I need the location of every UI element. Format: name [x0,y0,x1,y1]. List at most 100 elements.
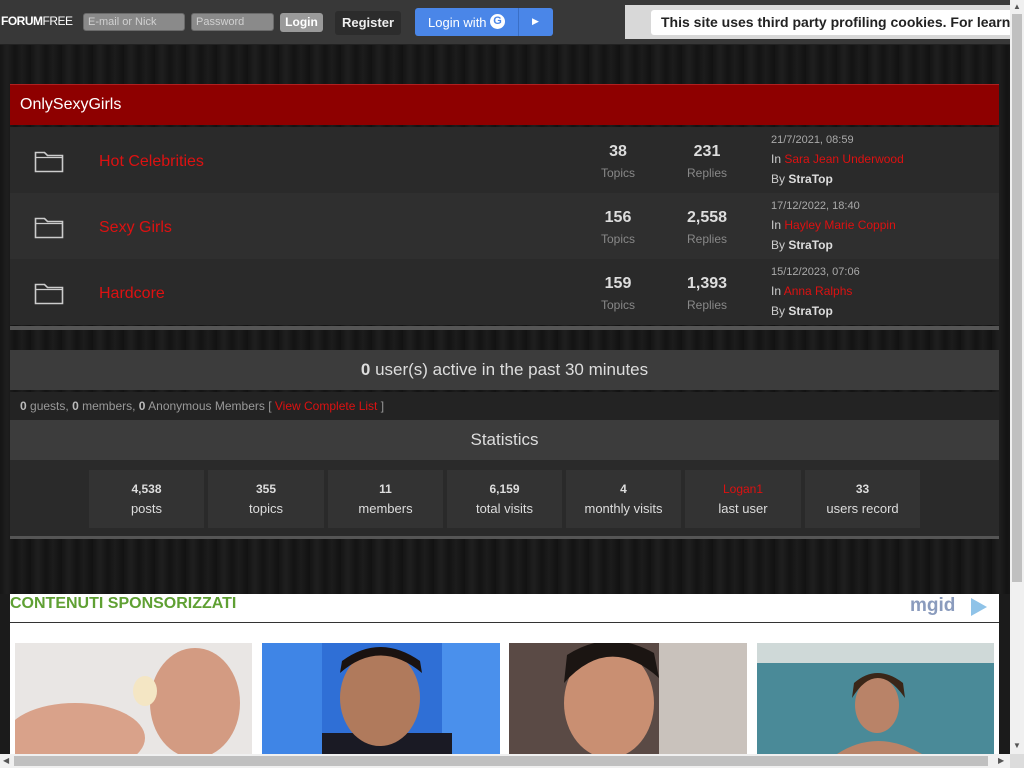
stat-value: 6,159 [489,482,520,496]
active-users-header: 0 user(s) active in the past 30 minutes [10,350,999,390]
stat-label: monthly visits [584,501,663,516]
last-topic-link[interactable]: Hayley Marie Coppin [784,218,895,232]
stat-label: total visits [475,501,534,516]
replies-label: Replies [686,166,728,180]
stat-monthly-visits: 4 monthly visits [566,470,681,528]
scroll-left-icon[interactable]: ◀ [3,756,9,765]
last-user-link[interactable]: StraTop [788,172,832,186]
topics-count: 156 [604,209,632,226]
active-users-details: 0 guests, 0 members, 0 Anonymous Members… [10,392,999,420]
guests-count: 0 [20,399,27,413]
stat-label: users record [826,501,899,516]
last-post-date: 21/7/2021, 08:59 [771,134,854,146]
stat-value: 355 [255,482,277,496]
topics-count: 38 [609,143,627,160]
last-topic-link[interactable]: Anna Ralphs [784,284,853,298]
scrollbar-corner [1010,754,1024,768]
last-post-date: 17/12/2022, 18:40 [771,200,860,212]
statistics-panel: 4,538 posts 355 topics 11 members 6,159 … [10,460,999,536]
scroll-down-icon[interactable]: ▼ [1013,741,1021,750]
replies-count: 2,558 [686,209,728,226]
stat-total-visits: 6,159 total visits [447,470,562,528]
mgid-play-icon[interactable] [971,598,987,616]
stat-label: members [358,501,413,516]
sponsored-thumbnail-woman-sea[interactable] [757,643,994,754]
register-button[interactable]: Register [335,11,401,35]
last-post-date: 15/12/2023, 07:06 [771,266,860,278]
stat-value: 11 [379,482,392,496]
last-user-link[interactable]: Logan1 [685,482,801,496]
folder-icon [34,283,64,305]
replies-count: 1,393 [686,275,728,292]
last-post-topic: In Hayley Marie Coppin [771,218,896,232]
last-post-author: By StraTop [771,238,833,252]
bracket-close: ] [380,399,385,413]
last-post-topic: In Anna Ralphs [771,284,853,298]
triangle-right-icon[interactable]: ▶ [532,16,539,27]
active-users-text: user(s) active in the past 30 minutes [375,360,649,379]
stat-value: 33 [855,482,870,496]
members-count: 0 [72,399,79,413]
category-header: OnlySexyGirls [10,84,999,125]
stat-last-user: Logan1 last user [685,470,801,528]
horizontal-scroll-thumb[interactable] [14,756,988,766]
cookie-notice-text: This site uses third party profiling coo… [651,10,1010,35]
sponsored-thumbnail-man-portrait[interactable] [509,643,747,754]
vertical-scroll-thumb[interactable] [1012,14,1022,582]
password-input[interactable] [191,13,274,31]
scroll-up-icon[interactable]: ▲ [1013,2,1021,11]
forum-link[interactable]: Hardcore [99,285,165,303]
sponsored-thumbnail-hands[interactable] [15,643,252,754]
stat-users-record: 33 users record [805,470,920,528]
forumfree-logo[interactable]: FORUMFREE [1,14,73,28]
google-login-button[interactable]: Login with G ▶ [415,8,553,36]
stat-label: posts [130,501,163,516]
forum-row: Hot Celebrities 38 Topics 231 Replies 21… [10,127,999,193]
folder-icon [34,151,64,173]
email-input[interactable] [83,13,185,31]
google-icon: G [490,14,505,29]
last-user-link[interactable]: StraTop [788,304,832,318]
topics-label: Topics [600,166,635,180]
topics-label: Topics [600,232,635,246]
last-user-link[interactable]: StraTop [788,238,832,252]
horizontal-scrollbar[interactable]: ◀ ▶ [0,754,1010,768]
last-post-author: By StraTop [771,304,833,318]
sponsored-section: CONTENUTI SPONSORIZZATI mgid [10,594,999,754]
sponsored-title: CONTENUTI SPONSORIZZATI [10,595,237,612]
anonymous-label: Anonymous Members [ [148,399,272,413]
active-users-count: 0 [360,360,371,379]
stat-topics: 355 topics [208,470,324,528]
replies-count: 231 [693,143,721,160]
forum-row: Hardcore 159 Topics 1,393 Replies 15/12/… [10,259,999,325]
forum-row: Sexy Girls 156 Topics 2,558 Replies 17/1… [10,193,999,259]
sponsored-thumbnail-man-tv[interactable] [262,643,500,754]
cookie-banner: This site uses third party profiling coo… [625,5,1010,39]
stat-label: last user [718,501,768,516]
statistics-title: Statistics [470,430,539,449]
members-label: members, [82,399,136,413]
guests-label: guests, [30,399,69,413]
google-login-label: Login with [428,15,487,30]
replies-label: Replies [686,298,728,312]
google-button-divider [518,8,519,36]
stat-value: 4 [620,482,627,496]
login-button[interactable]: Login [280,13,323,32]
stat-label: topics [249,501,283,516]
statistics-bottom-divider [10,536,999,539]
forum-link[interactable]: Hot Celebrities [99,153,204,171]
category-title[interactable]: OnlySexyGirls [20,96,121,114]
stat-posts: 4,538 posts [89,470,204,528]
topics-label: Topics [600,298,635,312]
stat-value: 4,538 [131,482,162,496]
last-post-author: By StraTop [771,172,833,186]
view-complete-list-link[interactable]: View Complete List [275,399,378,413]
last-topic-link[interactable]: Sara Jean Underwood [784,152,903,166]
last-post-topic: In Sara Jean Underwood [771,152,904,166]
stat-members: 11 members [328,470,443,528]
category-bottom-divider [10,326,999,330]
vertical-scrollbar[interactable]: ▲ ▼ [1010,0,1024,754]
forum-link[interactable]: Sexy Girls [99,219,172,237]
scroll-right-icon[interactable]: ▶ [998,756,1004,765]
mgid-logo[interactable]: mgid [910,595,955,617]
